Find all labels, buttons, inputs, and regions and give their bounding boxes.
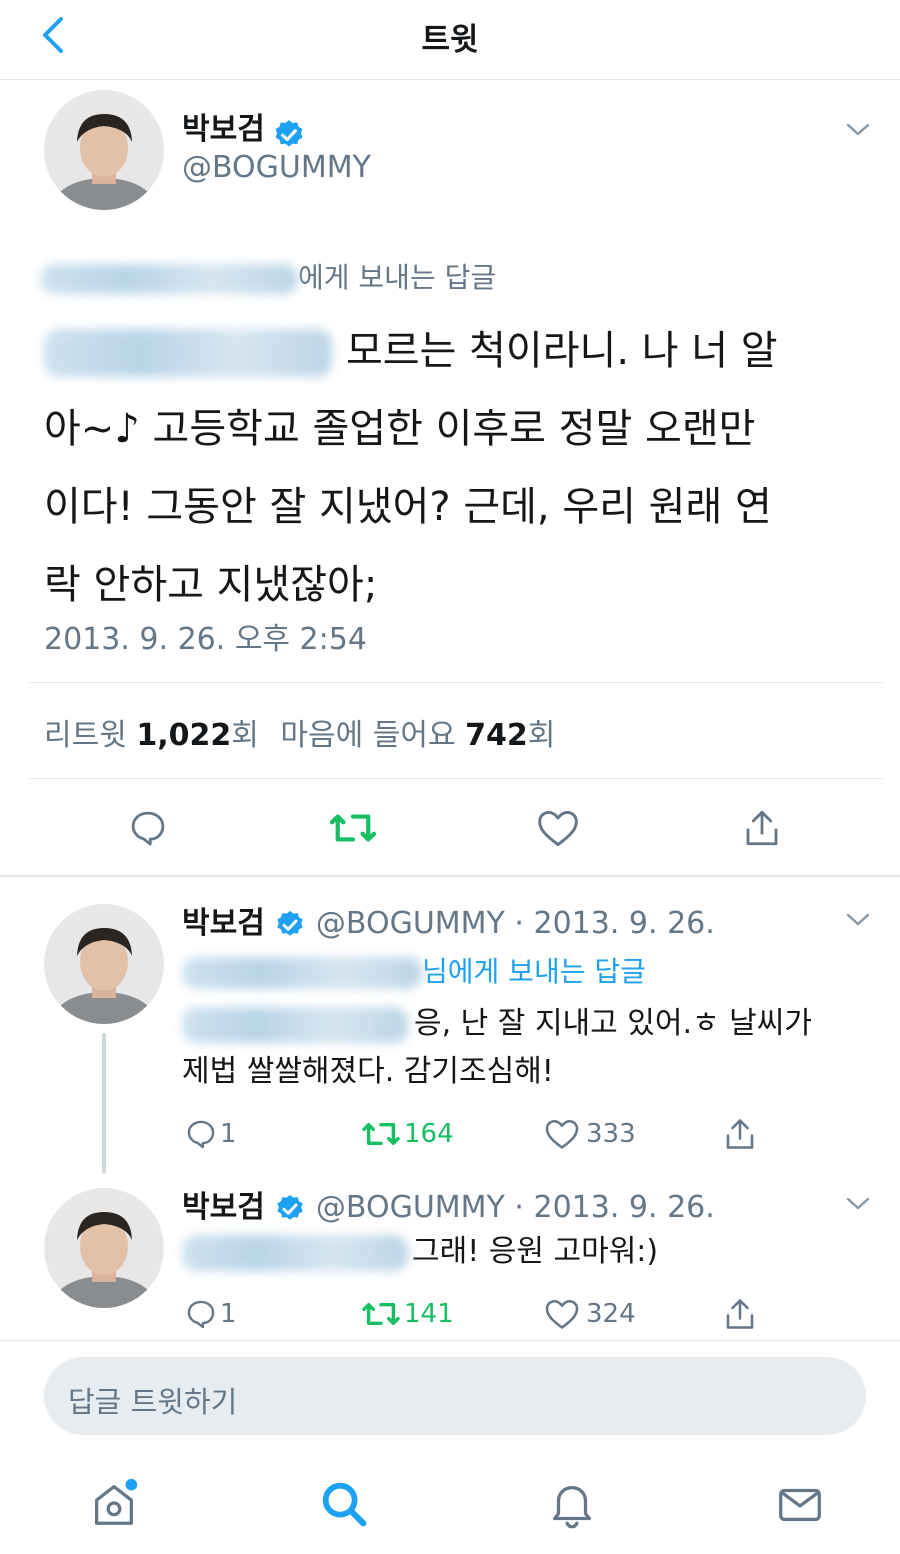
reply-action-share[interactable] — [722, 1294, 758, 1334]
author-name[interactable]: 박보검 — [182, 104, 306, 152]
like-count: 324 — [586, 1299, 636, 1329]
reply-text-line-1: 응, 난 잘 지내고 있어.ㅎ 날씨가 — [182, 1000, 882, 1048]
bottom-tab-bar — [0, 1462, 900, 1554]
heart-icon — [538, 810, 578, 846]
retweet-icon — [362, 1123, 400, 1145]
like-stat[interactable]: 마음에 들어요 742회 — [280, 718, 555, 753]
like-button[interactable] — [534, 804, 582, 852]
reply-action-retweet[interactable]: 141 — [360, 1294, 454, 1334]
reply-date: · 2013. 9. 26. — [514, 1190, 715, 1225]
like-count: 333 — [586, 1119, 636, 1149]
share-icon — [726, 1299, 754, 1329]
more-options-button[interactable] — [840, 1190, 876, 1218]
tweet-stats: 리트윗 1,022회 마음에 들어요 742회 — [44, 710, 555, 754]
blurred-mention — [44, 329, 332, 377]
tab-search[interactable] — [314, 1474, 374, 1534]
reply-action-like[interactable]: 333 — [544, 1114, 636, 1154]
verified-badge-icon — [275, 119, 303, 146]
reply-context: 에게 보내는 답글 — [40, 256, 496, 296]
avatar[interactable] — [44, 1188, 164, 1308]
author-display-name[interactable]: 박보검 — [182, 906, 265, 941]
reply-icon — [187, 1300, 215, 1329]
retweet-count: 141 — [404, 1299, 454, 1329]
retweet-count: 1,022 — [136, 718, 232, 753]
reply-context: 님에게 보내는 답글 — [182, 950, 646, 990]
reply-context-label[interactable]: 님에게 보내는 답글 — [422, 955, 646, 988]
retweet-button[interactable] — [326, 804, 380, 852]
compose-placeholder: 답글 트윗하기 — [68, 1385, 238, 1419]
blurred-username — [40, 264, 298, 294]
reply-action-retweet[interactable]: 164 — [360, 1114, 454, 1154]
reply-count: 1 — [220, 1119, 237, 1149]
reply-compose-input[interactable]: 답글 트윗하기 — [44, 1357, 866, 1435]
heart-icon — [545, 1299, 579, 1329]
reply-header: 박보검 @BOGUMMY · 2013. 9. 26. — [182, 898, 715, 942]
share-icon — [726, 1119, 754, 1149]
blurred-mention — [182, 1234, 408, 1271]
author-handle[interactable]: @BOGUMMY — [182, 150, 371, 185]
reply-text: 그래! 응원 고마워:) — [182, 1228, 882, 1276]
thread-connector-line — [102, 1033, 106, 1173]
more-options-button[interactable] — [840, 116, 876, 144]
chevron-down-icon — [846, 1197, 870, 1210]
like-count: 742 — [465, 718, 528, 753]
author-display-name[interactable]: 박보검 — [182, 1190, 265, 1225]
avatar[interactable] — [44, 904, 164, 1024]
tweet-text-line-3: 이다! 그동안 잘 지냈어? 근데, 우리 원래 연 — [44, 484, 772, 530]
verified-badge-icon — [277, 910, 304, 936]
top-bar: 트윗 — [0, 0, 900, 80]
author-display-name: 박보검 — [182, 112, 265, 147]
divider — [30, 778, 882, 779]
reply-text-line-1: 그래! 응원 고마워:) — [182, 1228, 882, 1276]
reply-text-line-2: 제법 쌀쌀해졌다. 감기조심해! — [182, 1054, 554, 1089]
page-title: 트윗 — [421, 22, 479, 58]
reply-icon — [187, 1120, 215, 1149]
reply-context-label: 에게 보내는 답글 — [298, 261, 497, 294]
tweet-text-line-4: 락 안하고 지냈잖아; — [44, 562, 378, 608]
blurred-mention — [182, 1006, 408, 1043]
share-icon — [746, 810, 778, 846]
search-icon — [322, 1482, 367, 1527]
avatar[interactable] — [44, 90, 164, 210]
verified-badge-icon — [277, 1194, 304, 1220]
reply-icon — [131, 811, 165, 846]
section-divider — [0, 875, 900, 877]
reply-count: 1 — [220, 1299, 237, 1329]
reply-action-reply[interactable]: 1 — [184, 1294, 237, 1334]
reply-action-reply[interactable]: 1 — [184, 1114, 237, 1154]
tab-notifications[interactable] — [542, 1474, 602, 1534]
chevron-down-icon — [846, 123, 870, 136]
reply-header: 박보검 @BOGUMMY · 2013. 9. 26. — [182, 1182, 715, 1226]
reply-text: 응, 난 잘 지내고 있어.ㅎ 날씨가 제법 쌀쌀해졌다. 감기조심해! — [182, 1000, 882, 1096]
tab-home[interactable] — [84, 1474, 144, 1534]
reply-date: · 2013. 9. 26. — [514, 906, 715, 941]
tweet-timestamp: 2013. 9. 26. 오후 2:54 — [44, 622, 367, 657]
retweet-icon — [329, 814, 377, 842]
retweet-stat[interactable]: 리트윗 1,022회 — [44, 718, 268, 753]
retweet-count: 164 — [404, 1119, 454, 1149]
messages-icon — [779, 1488, 821, 1522]
author-handle[interactable]: @BOGUMMY — [316, 906, 505, 941]
blurred-username — [182, 957, 422, 989]
tweet-text: 모르는 척이라니. 나 너 알 아~♪ 고등학교 졸업한 이후로 정말 오랜만 … — [44, 312, 884, 624]
tweet-text-line-1: 모르는 척이라니. 나 너 알 — [44, 312, 884, 390]
divider — [30, 682, 882, 683]
chevron-down-icon — [846, 913, 870, 926]
compose-divider — [0, 1340, 900, 1341]
tweet-text-line-2: 아~♪ 고등학교 졸업한 이후로 정말 오랜만 — [44, 406, 756, 452]
tab-messages[interactable] — [770, 1474, 830, 1534]
heart-icon — [545, 1119, 579, 1149]
reply-action-like[interactable]: 324 — [544, 1294, 636, 1334]
home-icon — [95, 1478, 138, 1525]
author-handle[interactable]: @BOGUMMY — [316, 1190, 505, 1225]
reply-button[interactable] — [124, 804, 172, 852]
share-button[interactable] — [738, 804, 786, 852]
retweet-icon — [362, 1303, 400, 1325]
notifications-icon — [553, 1485, 591, 1529]
more-options-button[interactable] — [840, 906, 876, 934]
reply-action-share[interactable] — [722, 1114, 758, 1154]
